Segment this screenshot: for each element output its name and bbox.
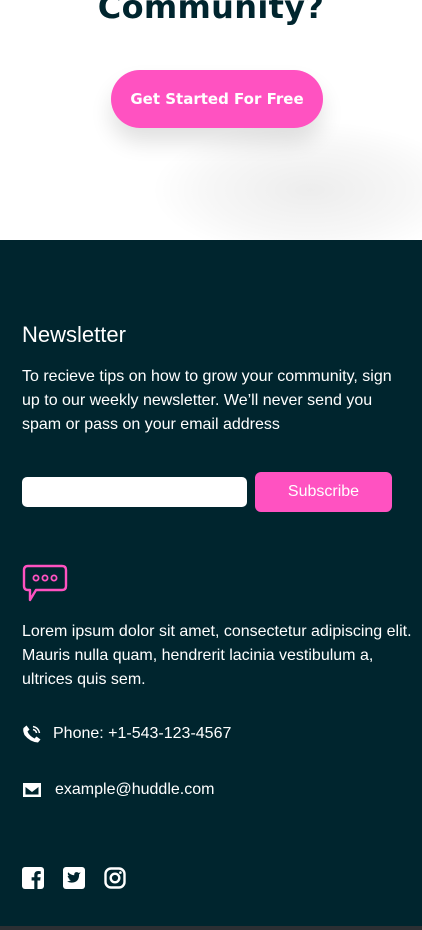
subscribe-button[interactable]: Subscribe bbox=[255, 472, 392, 512]
chat-bubble-icon bbox=[22, 564, 68, 604]
contact-phone: Phone: +1-543-123-4567 bbox=[22, 724, 231, 744]
footer: Newsletter To recieve tips on how to gro… bbox=[0, 240, 422, 930]
hero-section: Community? Get Started For Free bbox=[0, 0, 422, 240]
instagram-icon[interactable] bbox=[104, 867, 126, 889]
social-links bbox=[22, 867, 145, 889]
hero-title: Community? bbox=[97, 0, 325, 26]
phone-icon bbox=[22, 724, 42, 744]
email-text: example@huddle.com bbox=[55, 781, 215, 798]
contact-email: example@huddle.com bbox=[22, 780, 214, 800]
email-icon bbox=[22, 780, 42, 800]
about-text: Lorem ipsum dolor sit amet, consectetur … bbox=[22, 623, 412, 688]
newsletter-email-input[interactable] bbox=[22, 477, 247, 507]
newsletter-title: Newsletter bbox=[22, 322, 126, 347]
twitter-icon[interactable] bbox=[63, 867, 85, 889]
newsletter-description: To recieve tips on how to grow your comm… bbox=[22, 368, 392, 433]
footer-bottom-bar bbox=[0, 926, 422, 930]
button-shadow-glow bbox=[150, 120, 422, 240]
facebook-icon[interactable] bbox=[22, 867, 44, 889]
phone-text: Phone: +1-543-123-4567 bbox=[53, 725, 232, 742]
get-started-button[interactable]: Get Started For Free bbox=[111, 70, 323, 128]
